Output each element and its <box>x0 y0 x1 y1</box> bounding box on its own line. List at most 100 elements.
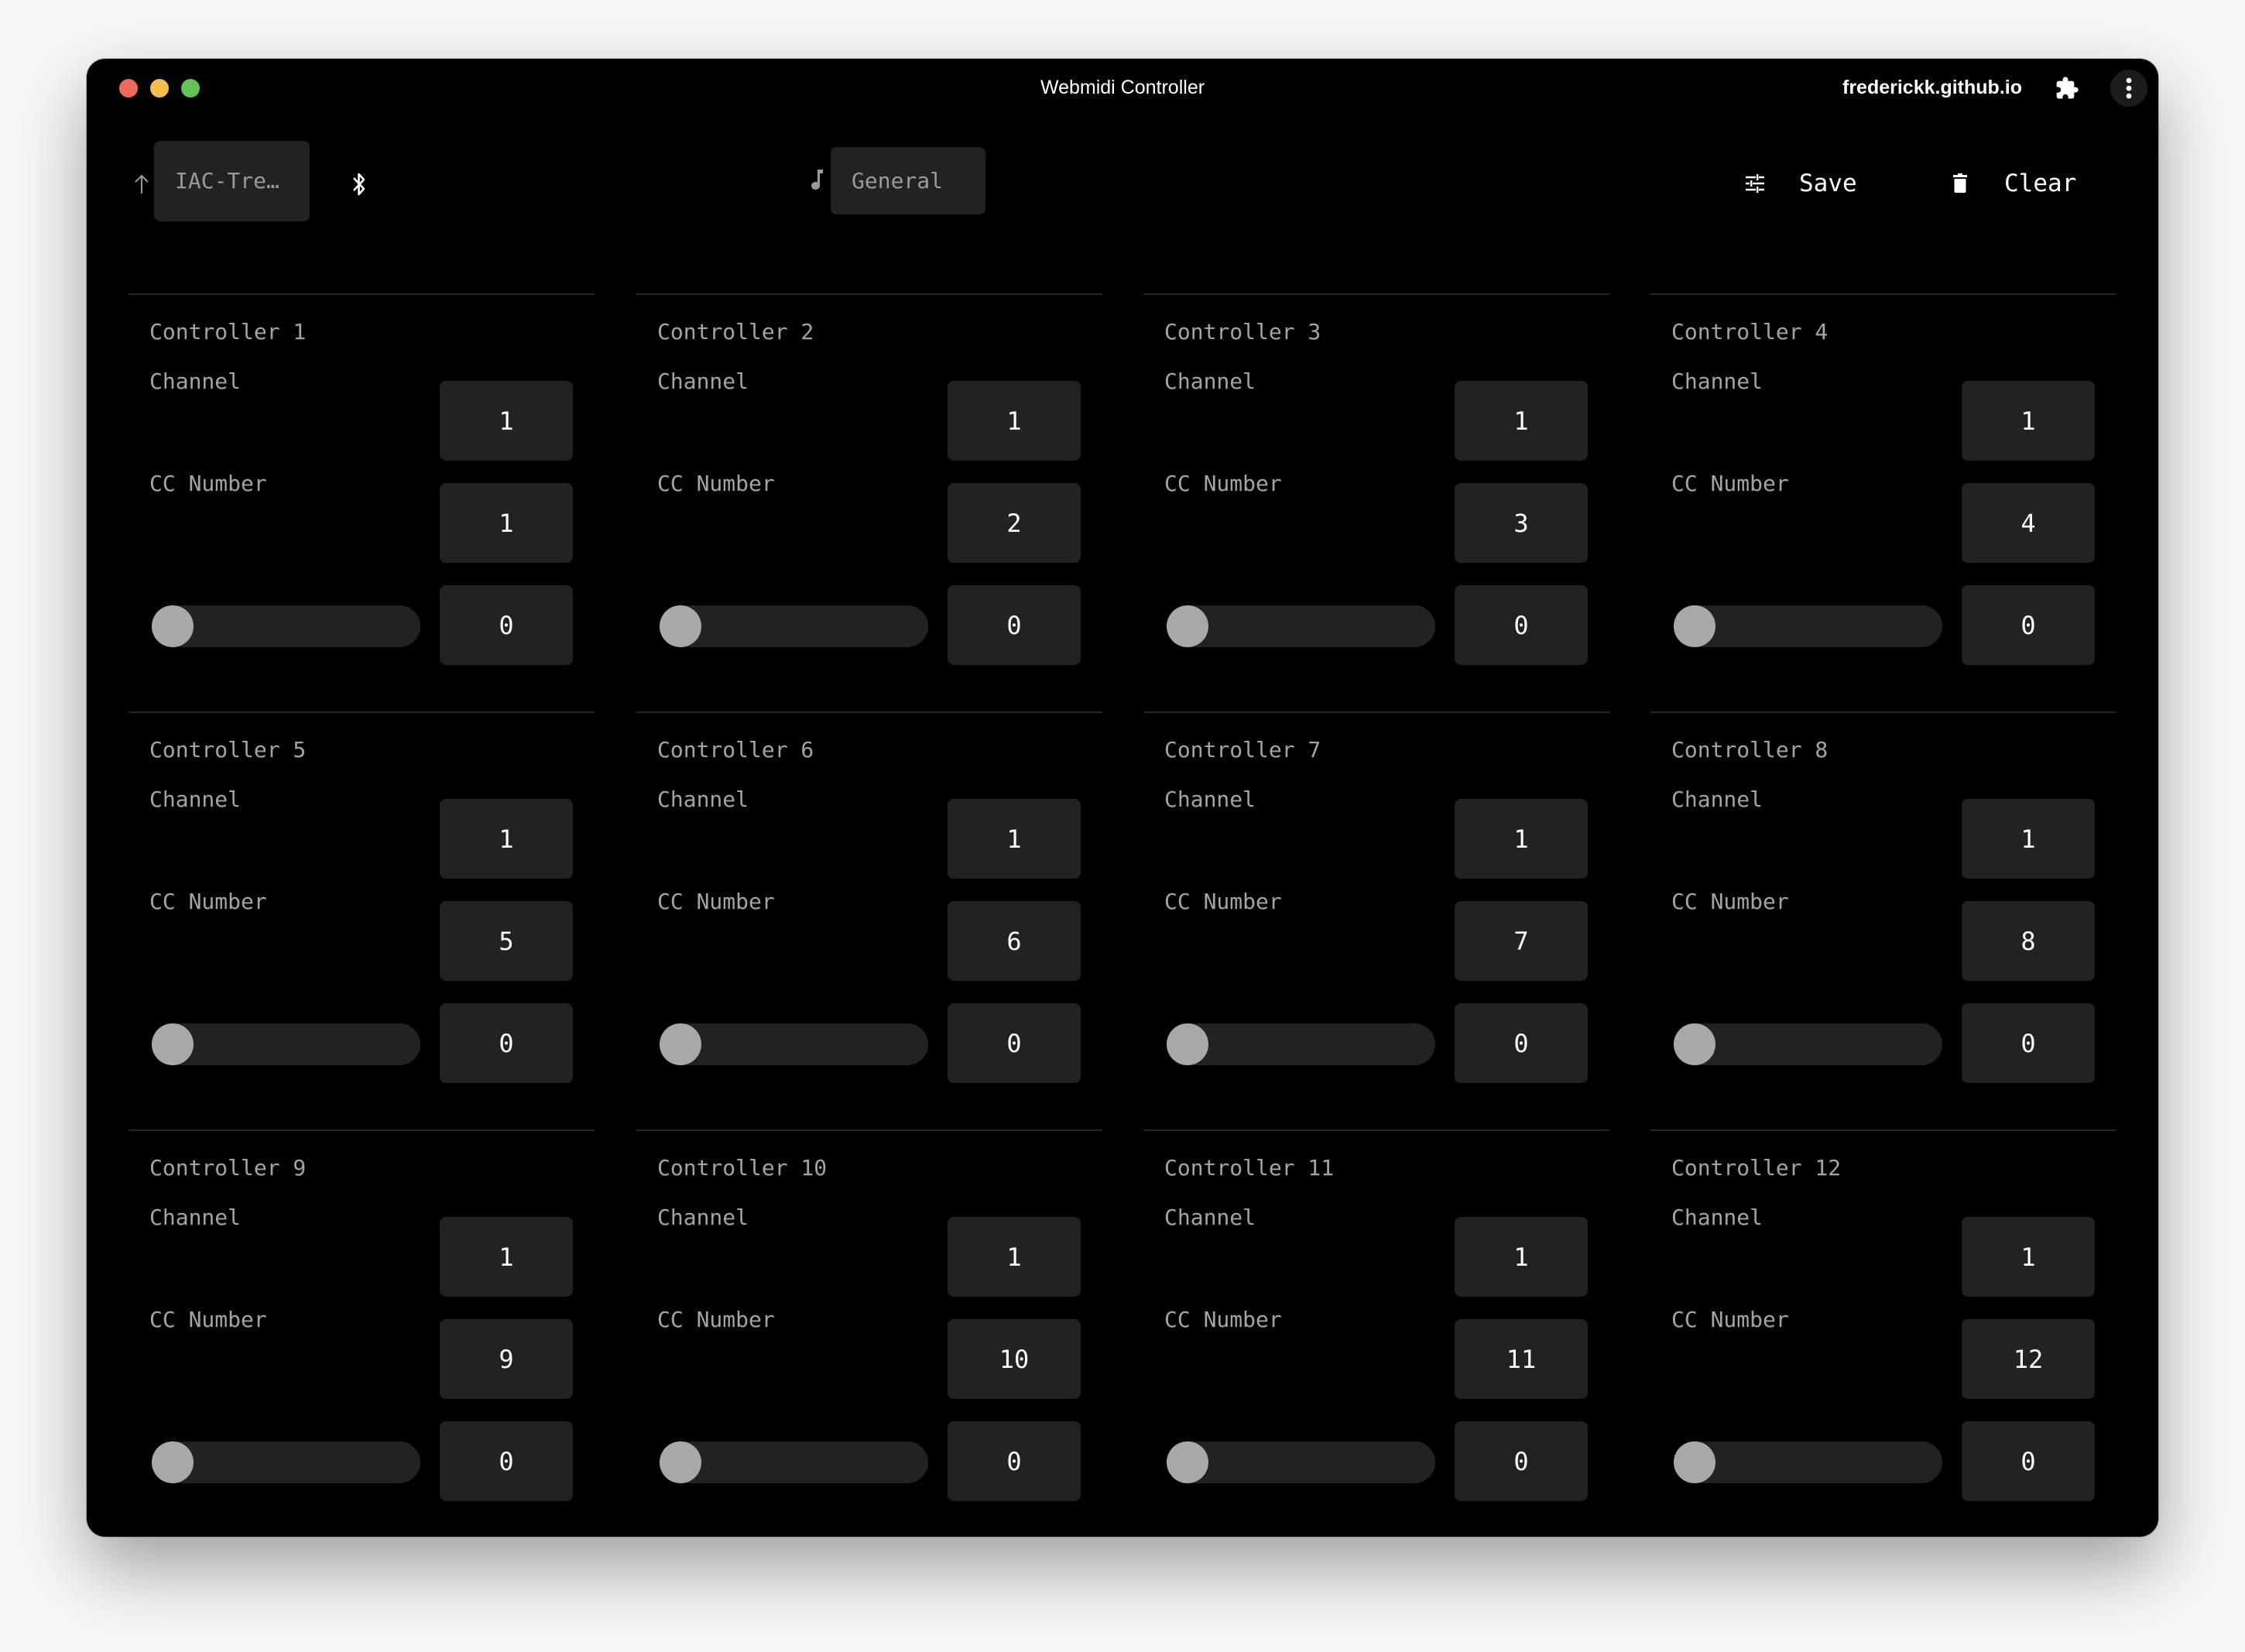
controller-title: Controller 4 <box>1671 319 1829 344</box>
channel-label: Channel <box>149 1205 242 1230</box>
channel-label: Channel <box>149 787 242 812</box>
value-input[interactable]: 0 <box>440 1421 573 1501</box>
value-input[interactable]: 0 <box>1962 1003 2095 1083</box>
controller-card: Controller 5 Channel 1 CC Number 5 0 <box>129 711 595 1129</box>
value-slider[interactable] <box>152 1441 420 1483</box>
cc-number-input[interactable]: 9 <box>440 1319 573 1399</box>
slider-thumb[interactable] <box>1674 605 1715 647</box>
value-input[interactable]: 0 <box>948 1421 1081 1501</box>
value-slider[interactable] <box>660 1441 928 1483</box>
cc-number-input[interactable]: 12 <box>1962 1319 2095 1399</box>
channel-label: Channel <box>1164 1205 1256 1230</box>
channel-input[interactable]: 1 <box>440 381 573 461</box>
save-button[interactable]: Save <box>1745 164 1857 203</box>
cc-number-input[interactable]: 11 <box>1455 1319 1588 1399</box>
channel-label: Channel <box>1671 787 1763 812</box>
channel-input[interactable]: 1 <box>948 381 1081 461</box>
channel-input[interactable]: 1 <box>1962 799 2095 879</box>
controller-title: Controller 5 <box>149 737 307 763</box>
channel-input[interactable]: 1 <box>440 799 573 879</box>
value-slider[interactable] <box>1674 1441 1942 1483</box>
slider-thumb[interactable] <box>152 605 194 647</box>
value-input[interactable]: 0 <box>440 585 573 665</box>
channel-input[interactable]: 1 <box>1962 1217 2095 1297</box>
value-slider[interactable] <box>152 1023 420 1065</box>
cc-number-label: CC Number <box>657 471 775 496</box>
cc-number-input[interactable]: 7 <box>1455 901 1588 981</box>
output-device-select[interactable]: IAC-Tre… <box>154 141 310 221</box>
controller-card: Controller 9 Channel 1 CC Number 9 0 <box>129 1129 595 1537</box>
controller-title: Controller 11 <box>1164 1155 1335 1181</box>
value-slider[interactable] <box>1674 605 1942 647</box>
controller-title: Controller 8 <box>1671 737 1829 763</box>
controller-card: Controller 1 Channel 1 CC Number 1 0 <box>129 293 595 711</box>
controller-card: Controller 8 Channel 1 CC Number 8 0 <box>1650 711 2116 1129</box>
slider-thumb[interactable] <box>1167 1441 1208 1483</box>
slider-thumb[interactable] <box>1674 1441 1715 1483</box>
cc-number-input[interactable]: 6 <box>948 901 1081 981</box>
channel-input[interactable]: 1 <box>948 1217 1081 1297</box>
value-slider[interactable] <box>1167 1441 1435 1483</box>
slider-thumb[interactable] <box>1167 1023 1208 1065</box>
channel-input[interactable]: 1 <box>440 1217 573 1297</box>
instrument-select[interactable]: General <box>831 147 985 214</box>
controller-title: Controller 1 <box>149 319 307 344</box>
slider-thumb[interactable] <box>1167 605 1208 647</box>
puzzle-icon[interactable] <box>2055 76 2079 101</box>
value-input[interactable]: 0 <box>1455 1003 1588 1083</box>
slider-thumb[interactable] <box>660 1023 701 1065</box>
value-slider[interactable] <box>152 605 420 647</box>
channel-input[interactable]: 1 <box>1455 381 1588 461</box>
value-input[interactable]: 0 <box>948 1003 1081 1083</box>
controller-title: Controller 9 <box>149 1155 307 1181</box>
clear-label: Clear <box>2004 170 2077 197</box>
cc-number-input[interactable]: 1 <box>440 483 573 563</box>
slider-thumb[interactable] <box>660 1441 701 1483</box>
value-input[interactable]: 0 <box>948 585 1081 665</box>
trash-icon <box>1953 173 1967 193</box>
value-input[interactable]: 0 <box>440 1003 573 1083</box>
value-slider[interactable] <box>1167 605 1435 647</box>
value-slider[interactable] <box>1674 1023 1942 1065</box>
channel-input[interactable]: 1 <box>1962 381 2095 461</box>
controller-title: Controller 6 <box>657 737 814 763</box>
cc-number-input[interactable]: 2 <box>948 483 1081 563</box>
channel-label: Channel <box>1671 1205 1763 1230</box>
clear-button[interactable]: Clear <box>1953 164 2076 203</box>
channel-input[interactable]: 1 <box>1455 799 1588 879</box>
cc-number-input[interactable]: 3 <box>1455 483 1588 563</box>
cc-number-input[interactable]: 4 <box>1962 483 2095 563</box>
cc-number-label: CC Number <box>149 471 267 496</box>
music-note-icon <box>810 167 825 195</box>
cc-number-label: CC Number <box>657 1307 775 1332</box>
value-slider[interactable] <box>1167 1023 1435 1065</box>
bluetooth-icon[interactable] <box>351 171 367 201</box>
channel-input[interactable]: 1 <box>948 799 1081 879</box>
channel-input[interactable]: 1 <box>1455 1217 1588 1297</box>
cc-number-input[interactable]: 10 <box>948 1319 1081 1399</box>
value-slider[interactable] <box>660 1023 928 1065</box>
controller-card: Controller 11 Channel 1 CC Number 11 0 <box>1143 1129 1609 1537</box>
slider-thumb[interactable] <box>152 1023 194 1065</box>
slider-thumb[interactable] <box>152 1441 194 1483</box>
value-input[interactable]: 0 <box>1455 585 1588 665</box>
controller-title: Controller 3 <box>1164 319 1321 344</box>
value-slider[interactable] <box>660 605 928 647</box>
value-input[interactable]: 0 <box>1962 585 2095 665</box>
controller-title: Controller 7 <box>1164 737 1321 763</box>
slider-thumb[interactable] <box>1674 1023 1715 1065</box>
controller-card: Controller 2 Channel 1 CC Number 2 0 <box>636 293 1102 711</box>
value-input[interactable]: 0 <box>1962 1421 2095 1501</box>
channel-label: Channel <box>657 368 749 394</box>
controller-card: Controller 7 Channel 1 CC Number 7 0 <box>1143 711 1609 1129</box>
cc-number-input[interactable]: 5 <box>440 901 573 981</box>
channel-label: Channel <box>149 368 242 394</box>
save-label: Save <box>1799 170 1857 197</box>
cc-number-label: CC Number <box>149 1307 267 1332</box>
cc-number-input[interactable]: 8 <box>1962 901 2095 981</box>
value-input[interactable]: 0 <box>1455 1421 1588 1501</box>
slider-thumb[interactable] <box>660 605 701 647</box>
site-domain: frederickk.github.io <box>1842 77 2022 98</box>
browser-menu-button[interactable] <box>2110 70 2147 107</box>
channel-label: Channel <box>1164 787 1256 812</box>
